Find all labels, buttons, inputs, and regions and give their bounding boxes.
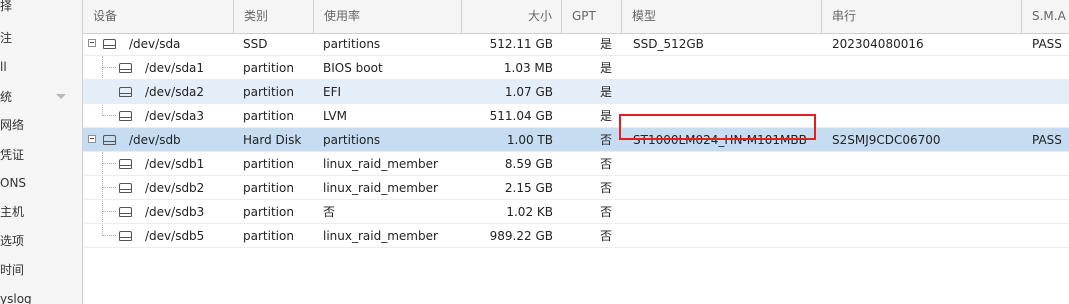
sidebar-item[interactable]: 主机: [0, 200, 24, 224]
table-row[interactable]: /dev/sda1 partition BIOS boot 1.03 MB 是: [83, 56, 1069, 80]
disk-icon: [119, 63, 132, 73]
usage-cell: 否: [323, 205, 336, 219]
sidebar-item[interactable]: yslog: [0, 287, 32, 304]
sidebar-item[interactable]: 时间: [0, 258, 24, 282]
type-cell: partition: [243, 85, 294, 99]
smart-cell: PASS: [1032, 133, 1062, 147]
disk-grid: 设备 类别 使用率 大小 GPT 模型 串行 S.M.A /dev/sda SS…: [83, 0, 1069, 304]
column-header-type[interactable]: 类别: [234, 0, 314, 33]
usage-cell: partitions: [323, 37, 381, 51]
table-row[interactable]: /dev/sda2 partition EFI 1.07 GB 是: [83, 80, 1069, 104]
device-cell: /dev/sdb5: [145, 229, 205, 243]
type-cell: partition: [243, 181, 294, 195]
gpt-cell: 否: [600, 229, 613, 243]
usage-cell: partitions: [323, 133, 381, 147]
device-cell: /dev/sda3: [145, 109, 205, 123]
collapse-icon[interactable]: [88, 39, 96, 47]
gpt-cell: 否: [600, 157, 613, 171]
column-header-device[interactable]: 设备: [83, 0, 234, 33]
usage-cell: EFI: [323, 85, 342, 99]
table-row[interactable]: /dev/sdb3 partition 否 1.02 KB 否: [83, 200, 1069, 224]
smart-cell: PASS: [1032, 37, 1062, 51]
device-cell: /dev/sda2: [145, 85, 205, 99]
collapse-icon[interactable]: [88, 135, 96, 143]
column-header-usage[interactable]: 使用率: [314, 0, 462, 33]
size-cell: 989.22 GB: [489, 229, 553, 243]
chevron-down-icon[interactable]: [56, 94, 66, 99]
disk-icon: [103, 39, 116, 49]
type-cell: partition: [243, 205, 294, 219]
size-cell: 511.04 GB: [489, 109, 553, 123]
usage-cell: LVM: [323, 109, 347, 123]
annotation-highlight-box: [619, 114, 816, 140]
type-cell: partition: [243, 229, 294, 243]
table-row[interactable]: /dev/sda SSD partitions 512.11 GB 是 SSD_…: [83, 32, 1069, 56]
device-cell: /dev/sdb1: [145, 157, 205, 171]
sidebar-item[interactable]: 注: [0, 26, 12, 50]
type-cell: partition: [243, 61, 294, 75]
disk-icon: [103, 135, 116, 145]
gpt-cell: 是: [600, 109, 613, 123]
size-cell: 512.11 GB: [489, 37, 553, 51]
device-cell: /dev/sda: [129, 37, 181, 51]
grid-header: 设备 类别 使用率 大小 GPT 模型 串行 S.M.A: [83, 0, 1069, 34]
sidebar: 择 注 ll 统 网络 凭证 ONS 主机 选项 时间 yslog: [0, 0, 83, 304]
column-header-serial[interactable]: 串行: [822, 0, 1022, 33]
sidebar-item[interactable]: 网络: [0, 113, 24, 137]
table-row[interactable]: /dev/sda3 partition LVM 511.04 GB 是: [83, 104, 1069, 128]
gpt-cell: 否: [600, 181, 613, 195]
size-cell: 1.03 MB: [503, 61, 553, 75]
column-header-gpt[interactable]: GPT: [562, 0, 622, 33]
device-cell: /dev/sdb3: [145, 205, 205, 219]
disk-icon: [119, 231, 132, 241]
disk-icon: [119, 207, 132, 217]
disk-icon: [119, 111, 132, 121]
sidebar-item[interactable]: ll: [0, 55, 7, 79]
column-header-model[interactable]: 模型: [622, 0, 822, 33]
disk-icon: [119, 87, 132, 97]
table-row[interactable]: /dev/sdb Hard Disk partitions 1.00 TB 否 …: [83, 128, 1069, 152]
gpt-cell: 否: [600, 133, 613, 147]
sidebar-item[interactable]: 凭证: [0, 143, 24, 167]
disk-icon: [119, 183, 132, 193]
sidebar-item[interactable]: ONS: [0, 171, 26, 195]
gpt-cell: 否: [600, 205, 613, 219]
device-cell: /dev/sda1: [145, 61, 205, 75]
column-header-size[interactable]: 大小: [462, 0, 562, 33]
serial-cell: 202304080016: [832, 37, 924, 51]
size-cell: 1.00 TB: [506, 133, 553, 147]
sidebar-item[interactable]: 择: [0, 0, 12, 18]
size-cell: 1.07 GB: [504, 85, 553, 99]
gpt-cell: 是: [600, 61, 613, 75]
gpt-cell: 是: [600, 37, 613, 51]
device-cell: /dev/sdb2: [145, 181, 205, 195]
table-row[interactable]: /dev/sdb2 partition linux_raid_member 2.…: [83, 176, 1069, 200]
device-cell: /dev/sdb: [129, 133, 181, 147]
sidebar-item[interactable]: 统: [0, 85, 12, 109]
usage-cell: linux_raid_member: [323, 157, 438, 171]
column-header-smart[interactable]: S.M.A: [1022, 0, 1069, 33]
size-cell: 1.02 KB: [506, 205, 553, 219]
size-cell: 8.59 GB: [504, 157, 553, 171]
usage-cell: linux_raid_member: [323, 229, 438, 243]
serial-cell: S2SMJ9CDC06700: [832, 133, 941, 147]
usage-cell: BIOS boot: [323, 61, 383, 75]
table-row[interactable]: /dev/sdb1 partition linux_raid_member 8.…: [83, 152, 1069, 176]
table-row[interactable]: /dev/sdb5 partition linux_raid_member 98…: [83, 224, 1069, 248]
usage-cell: linux_raid_member: [323, 181, 438, 195]
sidebar-item[interactable]: 选项: [0, 229, 24, 253]
type-cell: SSD: [243, 37, 268, 51]
type-cell: partition: [243, 109, 294, 123]
gpt-cell: 是: [600, 85, 613, 99]
type-cell: Hard Disk: [243, 133, 302, 147]
size-cell: 2.15 GB: [504, 181, 553, 195]
disk-icon: [119, 159, 132, 169]
model-cell: SSD_512GB: [633, 37, 704, 51]
type-cell: partition: [243, 157, 294, 171]
